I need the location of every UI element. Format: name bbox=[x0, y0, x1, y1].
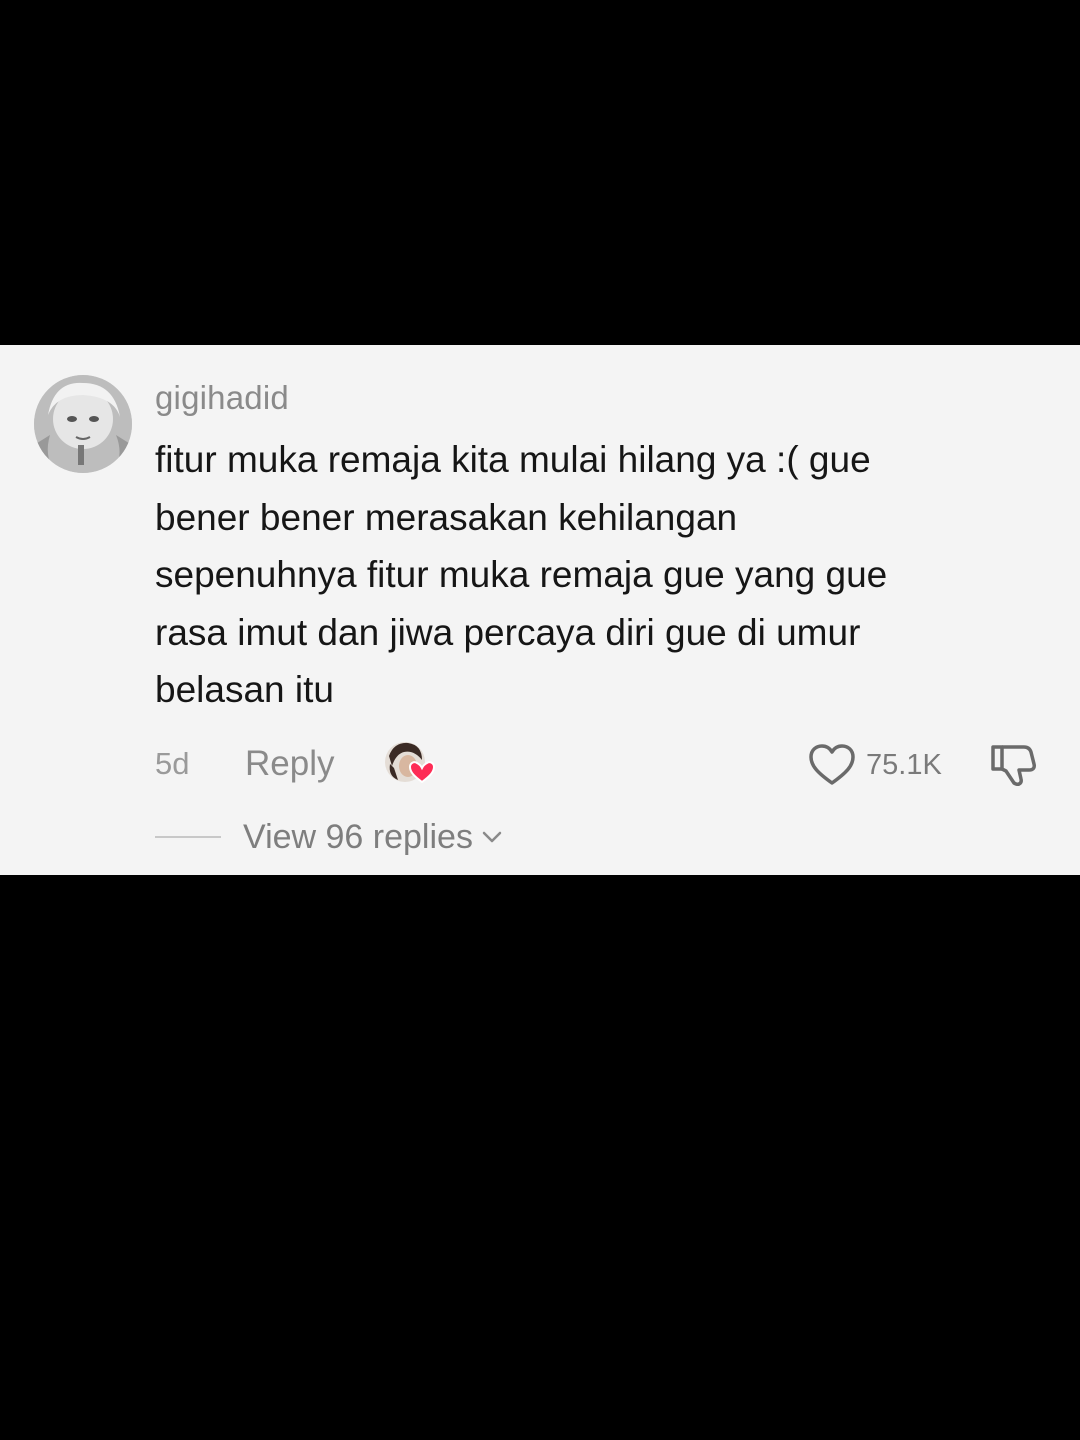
thumbs-down-icon bbox=[991, 745, 1036, 786]
heart-outline-icon bbox=[809, 744, 855, 785]
avatar-image bbox=[34, 375, 132, 473]
reply-button[interactable]: Reply bbox=[245, 744, 334, 784]
like-count: 75.1K bbox=[866, 748, 942, 781]
comment-username[interactable]: gigihadid bbox=[155, 379, 289, 417]
creator-liked-icon bbox=[384, 740, 436, 788]
view-replies-row: View 96 replies bbox=[155, 815, 503, 859]
dislike-button[interactable] bbox=[988, 742, 1038, 788]
like-button[interactable]: 75.1K bbox=[808, 742, 942, 788]
view-replies-label: View 96 replies bbox=[243, 817, 473, 856]
comment-actions: 5d Reply 75.1K bbox=[0, 740, 1080, 790]
user-avatar[interactable] bbox=[34, 375, 132, 473]
view-replies-button[interactable]: View 96 replies bbox=[243, 818, 503, 857]
chevron-down-icon bbox=[482, 831, 502, 843]
comment-text-line: bener bener merasakan kehilangan bbox=[155, 496, 738, 538]
comment-card: gigihadid fitur muka remaja kita mulai h… bbox=[0, 345, 1080, 875]
comment-text: fitur muka remaja kita mulai hilang ya :… bbox=[155, 431, 1035, 719]
comment-text-line: rasa imut dan jiwa percaya diri gue di u… bbox=[155, 611, 861, 653]
comment-text-line: sepenuhnya fitur muka remaja gue yang gu… bbox=[155, 554, 888, 595]
comment-timestamp: 5d bbox=[155, 746, 190, 781]
comment-text-line: fitur muka remaja kita mulai hilang ya :… bbox=[155, 439, 871, 480]
replies-divider bbox=[155, 836, 221, 838]
comment-text-line: belasan itu bbox=[155, 669, 334, 710]
